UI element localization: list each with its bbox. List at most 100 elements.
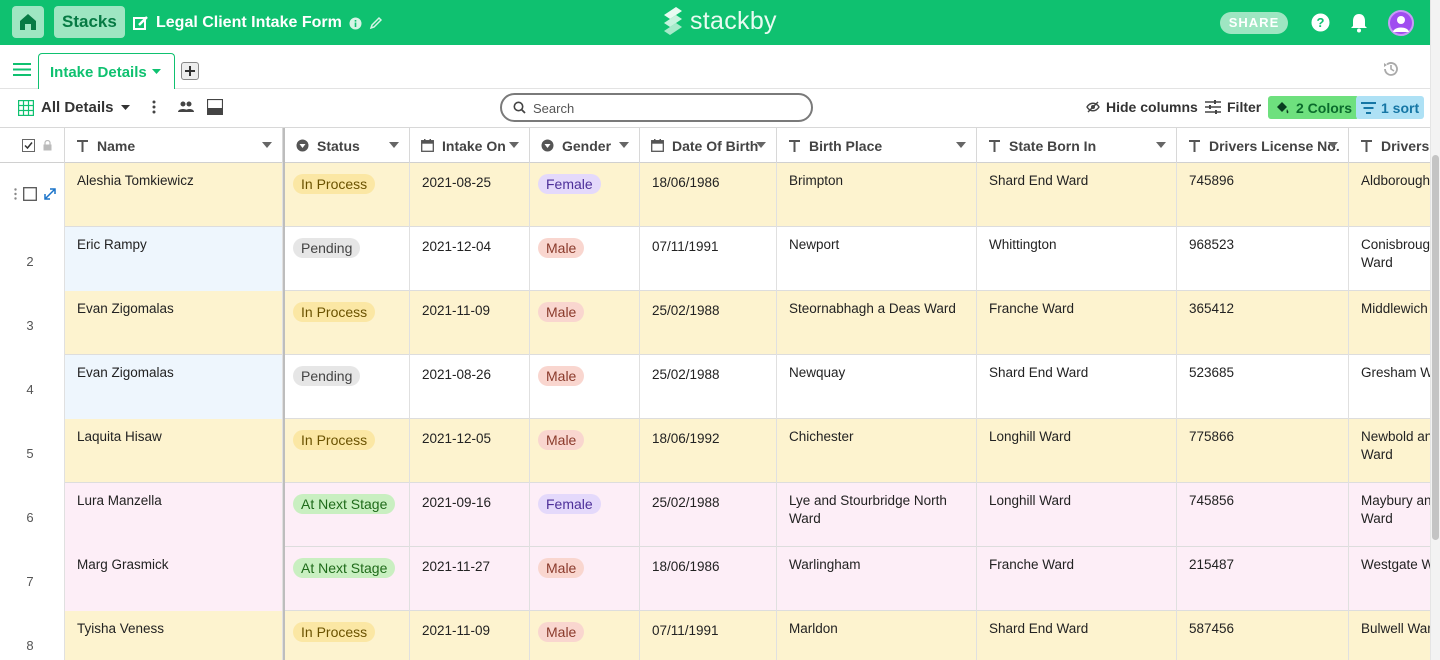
cell-birth-place[interactable]: Chichester (777, 419, 977, 483)
hide-columns-button[interactable]: Hide columns (1086, 99, 1198, 115)
cell-date-of-birth[interactable]: 18/06/1986 (640, 163, 777, 227)
cell-drivers-license-no[interactable]: 968523 (1177, 227, 1349, 291)
column-header-drivers-license-no[interactable]: Drivers License No. (1177, 128, 1349, 163)
cell-drivers-license-no[interactable]: 745896 (1177, 163, 1349, 227)
cell-drivers-l[interactable]: Gresham W (1349, 355, 1430, 419)
cell-birth-place[interactable]: Brimpton (777, 163, 977, 227)
cell-state-born-in[interactable]: Shard End Ward (977, 163, 1177, 227)
select-all-header[interactable] (0, 128, 65, 163)
column-menu-chevron-icon[interactable] (262, 142, 272, 148)
column-header-drivers-l[interactable]: Drivers L (1349, 128, 1430, 163)
filter-button[interactable]: Filter (1205, 99, 1261, 115)
column-menu-chevron-icon[interactable] (619, 142, 629, 148)
cell-birth-place[interactable]: Marldon (777, 611, 977, 660)
cell-drivers-l[interactable]: Westgate W (1349, 547, 1430, 611)
stacks-button[interactable]: Stacks (54, 6, 125, 38)
colors-button[interactable]: 2 Colors (1268, 96, 1360, 119)
user-avatar[interactable] (1388, 10, 1414, 36)
cell-drivers-license-no[interactable]: 523685 (1177, 355, 1349, 419)
cell-intake-on[interactable]: 2021-08-25 (410, 163, 530, 227)
cell-date-of-birth[interactable]: 25/02/1988 (640, 291, 777, 355)
cell-drivers-l[interactable]: Bulwell War (1349, 611, 1430, 660)
more-options-icon[interactable] (152, 100, 156, 114)
cell-name[interactable]: Aleshia Tomkiewicz (65, 163, 283, 227)
cell-gender[interactable]: Female (530, 483, 640, 547)
pencil-icon[interactable] (369, 16, 383, 30)
row-height-icon[interactable] (207, 99, 223, 115)
table-row[interactable]: 8 Tyisha Veness In Process 2021-11-09 Male 07… (0, 611, 1430, 660)
table-row[interactable]: 7 Marg Grasmick At Next Stage 2021-11-27 Mal… (0, 547, 1430, 611)
table-row[interactable]: 2 Eric Rampy Pending 2021-12-04 Male 07/11/19… (0, 227, 1430, 291)
column-menu-chevron-icon[interactable] (956, 142, 966, 148)
scrollbar-thumb[interactable] (1432, 155, 1439, 540)
cell-status[interactable]: In Process (285, 291, 410, 355)
cell-intake-on[interactable]: 2021-11-09 (410, 611, 530, 660)
cell-name[interactable]: Evan Zigomalas (65, 291, 283, 355)
cell-gender[interactable]: Male (530, 227, 640, 291)
column-menu-chevron-icon[interactable] (756, 142, 766, 148)
stackby-logo[interactable]: stackby (662, 4, 777, 38)
cell-drivers-l[interactable]: Middlewich (1349, 291, 1430, 355)
cell-birth-place[interactable]: Warlingham (777, 547, 977, 611)
cell-drivers-license-no[interactable]: 775866 (1177, 419, 1349, 483)
table-row[interactable]: Aleshia Tomkiewicz In Process 2021-08-25 Fe… (0, 163, 1430, 227)
cell-status[interactable]: In Process (285, 419, 410, 483)
cell-status[interactable]: Pending (285, 227, 410, 291)
info-icon[interactable] (349, 17, 362, 30)
sort-button[interactable]: 1 sort (1356, 96, 1425, 119)
cell-gender[interactable]: Female (530, 163, 640, 227)
column-menu-chevron-icon[interactable] (1328, 142, 1338, 148)
row-checkbox-icon[interactable] (23, 187, 37, 201)
column-header-intake-on[interactable]: Intake On (410, 128, 530, 163)
table-row[interactable]: 3 Evan Zigomalas In Process 2021-11-09 Male 2… (0, 291, 1430, 355)
add-table-button[interactable] (181, 62, 199, 80)
cell-state-born-in[interactable]: Shard End Ward (977, 611, 1177, 660)
cell-status[interactable]: In Process (285, 611, 410, 660)
cell-state-born-in[interactable]: Franche Ward (977, 547, 1177, 611)
column-menu-chevron-icon[interactable] (1156, 142, 1166, 148)
row-number-cell[interactable]: 2 (0, 227, 65, 291)
cell-name[interactable]: Tyisha Veness (65, 611, 283, 660)
view-selector[interactable]: All Details (18, 99, 130, 116)
cell-state-born-in[interactable]: Franche Ward (977, 291, 1177, 355)
cell-date-of-birth[interactable]: 25/02/1988 (640, 355, 777, 419)
cell-status[interactable]: At Next Stage (285, 483, 410, 547)
search-input[interactable] (533, 99, 803, 117)
cell-date-of-birth[interactable]: 25/02/1988 (640, 483, 777, 547)
cell-gender[interactable]: Male (530, 611, 640, 660)
cell-date-of-birth[interactable]: 18/06/1992 (640, 419, 777, 483)
row-number-cell[interactable]: 6 (0, 483, 65, 547)
cell-date-of-birth[interactable]: 07/11/1991 (640, 227, 777, 291)
row-number-cell[interactable]: 8 (0, 611, 65, 660)
form-title[interactable]: Legal Client Intake Form (156, 14, 342, 32)
cell-drivers-l[interactable]: Newbold and Ward (1349, 419, 1430, 483)
cell-intake-on[interactable]: 2021-11-09 (410, 291, 530, 355)
table-row[interactable]: 6 Lura Manzella At Next Stage 2021-09-16 Fem… (0, 483, 1430, 547)
cell-birth-place[interactable]: Newport (777, 227, 977, 291)
cell-status[interactable]: In Process (285, 163, 410, 227)
column-header-status[interactable]: Status (285, 128, 410, 163)
cell-intake-on[interactable]: 2021-09-16 (410, 483, 530, 547)
collaborators-icon[interactable] (178, 101, 194, 113)
cell-intake-on[interactable]: 2021-12-05 (410, 419, 530, 483)
menu-icon[interactable] (13, 63, 31, 76)
cell-drivers-l[interactable]: Aldborough (1349, 163, 1430, 227)
cell-gender[interactable]: Male (530, 419, 640, 483)
row-number-cell[interactable] (0, 163, 65, 227)
cell-status[interactable]: Pending (285, 355, 410, 419)
cell-birth-place[interactable]: Steornabhagh a Deas Ward (777, 291, 977, 355)
table-row[interactable]: 4 Evan Zigomalas Pending 2021-08-26 Male 25/0… (0, 355, 1430, 419)
cell-drivers-license-no[interactable]: 745856 (1177, 483, 1349, 547)
drag-handle-icon[interactable] (14, 188, 17, 200)
cell-state-born-in[interactable]: Shard End Ward (977, 355, 1177, 419)
cell-date-of-birth[interactable]: 18/06/1986 (640, 547, 777, 611)
cell-drivers-license-no[interactable]: 215487 (1177, 547, 1349, 611)
expand-record-icon[interactable] (44, 188, 56, 200)
cell-intake-on[interactable]: 2021-11-27 (410, 547, 530, 611)
frozen-column-divider[interactable] (283, 128, 285, 660)
table-row[interactable]: 5 Laquita Hisaw In Process 2021-12-05 Male 18… (0, 419, 1430, 483)
cell-date-of-birth[interactable]: 07/11/1991 (640, 611, 777, 660)
cell-birth-place[interactable]: Newquay (777, 355, 977, 419)
vertical-scrollbar[interactable] (1430, 0, 1440, 660)
row-number-cell[interactable]: 7 (0, 547, 65, 611)
